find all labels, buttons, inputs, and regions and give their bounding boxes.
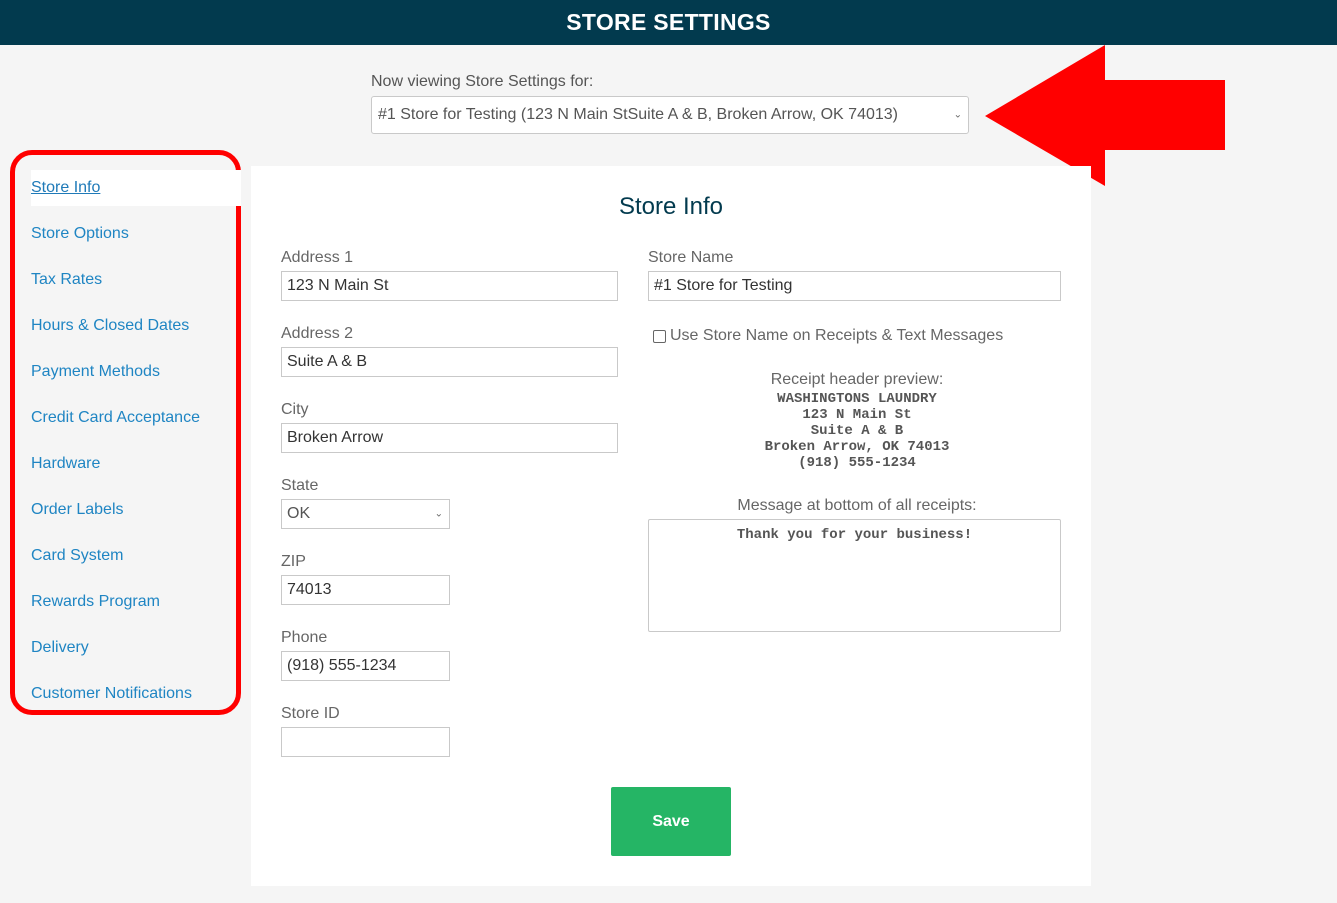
use-store-name-label: Use Store Name on Receipts & Text Messag… bbox=[670, 327, 1004, 344]
receipt-line: Suite A & B bbox=[810, 423, 904, 439]
use-store-name-checkbox[interactable] bbox=[653, 329, 666, 343]
sidebar-item-payment-methods[interactable]: Payment Methods bbox=[31, 363, 160, 381]
store-id-field[interactable] bbox=[281, 727, 450, 757]
phone-field[interactable]: (918) 555-1234 bbox=[281, 651, 450, 681]
state-value: OK bbox=[287, 505, 311, 522]
store-selector-label: Now viewing Store Settings for: bbox=[371, 73, 594, 90]
sidebar-item-hours-closed-dates[interactable]: Hours & Closed Dates bbox=[31, 317, 189, 335]
sidebar-item-rewards-program[interactable]: Rewards Program bbox=[31, 593, 160, 611]
sidebar-item-store-options[interactable]: Store Options bbox=[31, 225, 129, 243]
receipt-line: (918) 555-1234 bbox=[798, 455, 916, 471]
store-select-value: #1 Store for Testing (123 N Main StSuite… bbox=[378, 106, 898, 123]
sidebar-item-card-system[interactable]: Card System bbox=[31, 547, 123, 565]
receipt-line: WASHINGTONS LAUNDRY bbox=[777, 391, 937, 407]
city-field[interactable]: Broken Arrow bbox=[281, 423, 618, 453]
city-label: City bbox=[281, 401, 309, 418]
zip-field[interactable]: 74013 bbox=[281, 575, 450, 605]
store-select[interactable]: #1 Store for Testing (123 N Main StSuite… bbox=[371, 96, 969, 134]
state-select[interactable]: OK ⌄ bbox=[281, 499, 450, 529]
save-button[interactable]: Save bbox=[611, 787, 731, 856]
sidebar-item-customer-notifications[interactable]: Customer Notifications bbox=[31, 685, 192, 703]
address2-value: Suite A & B bbox=[287, 353, 368, 370]
address1-label: Address 1 bbox=[281, 249, 354, 266]
store-id-label: Store ID bbox=[281, 705, 340, 722]
bottom-message-textarea[interactable]: Thank you for your business! bbox=[648, 519, 1061, 632]
receipt-line: 123 N Main St bbox=[802, 407, 912, 423]
sidebar-item-store-info[interactable]: Store Info bbox=[31, 179, 100, 197]
receipt-preview: Receipt header preview: WASHINGTONS LAUN… bbox=[653, 371, 1061, 471]
sidebar-item-delivery[interactable]: Delivery bbox=[31, 639, 89, 657]
bottom-message-label-wrap: Message at bottom of all receipts: bbox=[653, 497, 1061, 515]
receipt-line: Broken Arrow, OK 74013 bbox=[764, 439, 950, 455]
zip-label: ZIP bbox=[281, 553, 306, 570]
sidebar-item-hardware[interactable]: Hardware bbox=[31, 455, 100, 473]
store-name-field[interactable]: #1 Store for Testing bbox=[648, 271, 1061, 301]
panel-title: Store Info bbox=[618, 193, 724, 220]
address2-label: Address 2 bbox=[281, 325, 354, 342]
page-header: STORE SETTINGS bbox=[0, 0, 1337, 45]
zip-value: 74013 bbox=[287, 581, 332, 598]
address1-field[interactable]: 123 N Main St bbox=[281, 271, 618, 301]
chevron-down-icon: ⌄ bbox=[953, 109, 962, 121]
city-value: Broken Arrow bbox=[287, 429, 384, 446]
store-name-label: Store Name bbox=[648, 249, 734, 266]
sidebar-item-order-labels[interactable]: Order Labels bbox=[31, 501, 124, 519]
sidebar-item-credit-card-acceptance[interactable]: Credit Card Acceptance bbox=[31, 409, 200, 427]
sidebar-item-tax-rates[interactable]: Tax Rates bbox=[31, 271, 102, 289]
bottom-message-label: Message at bottom of all receipts: bbox=[737, 497, 977, 514]
state-label: State bbox=[281, 477, 319, 494]
use-store-name-option[interactable]: Use Store Name on Receipts & Text Messag… bbox=[653, 327, 1003, 345]
settings-sidebar: Store Info Store Options Tax Rates Hours… bbox=[10, 150, 241, 715]
page-title: STORE SETTINGS bbox=[566, 9, 771, 35]
address1-value: 123 N Main St bbox=[287, 277, 389, 294]
store-name-value: #1 Store for Testing bbox=[654, 277, 793, 294]
bottom-message-value: Thank you for your business! bbox=[736, 527, 973, 543]
store-info-panel: Store Info Address 1 123 N Main St Addre… bbox=[251, 166, 1091, 886]
receipt-preview-label: Receipt header preview: bbox=[770, 371, 944, 388]
phone-value: (918) 555-1234 bbox=[287, 657, 397, 674]
phone-label: Phone bbox=[281, 629, 328, 646]
chevron-down-icon: ⌄ bbox=[434, 508, 443, 520]
address2-field[interactable]: Suite A & B bbox=[281, 347, 618, 377]
